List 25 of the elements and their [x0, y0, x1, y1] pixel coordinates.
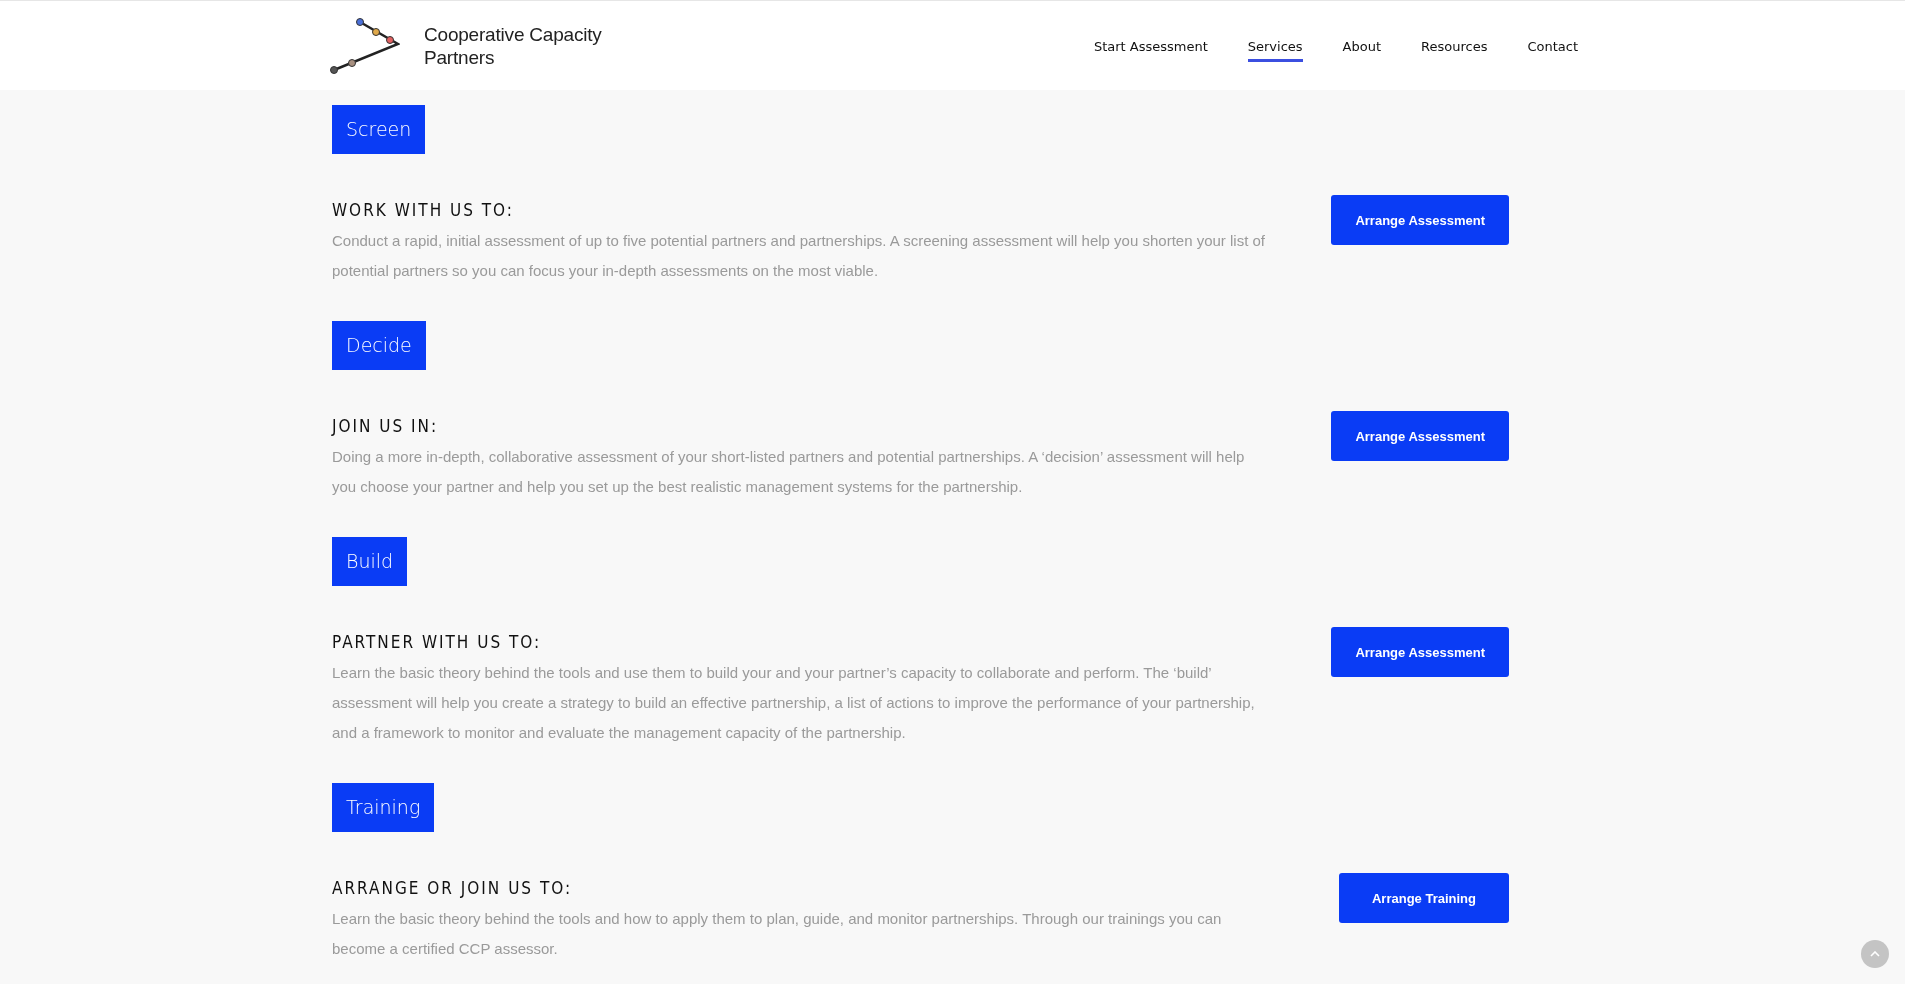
- service-tag: Build: [332, 537, 408, 586]
- nav-link[interactable]: Contact: [1527, 39, 1578, 62]
- chevron-up-icon: [1870, 951, 1880, 957]
- nav-link[interactable]: Start Assessment: [1093, 39, 1208, 62]
- service-description: Learn the basic theory behind the tools and how to apply them to plan, guide, and monitor partnerships. Through our trainings you can become a certified CCP assessor.: [332, 909, 1223, 959]
- service-description: Learn the basic theory behind the tools and use them to build your and your partner’s capacity to collaborate and perform. The ‘build’ assessment will help you create a strategy to build an effective partnership, a list of actions to improve the performance of your partnership, and a framework to monitor and evaluate the management capacity of the partnership.: [332, 663, 1256, 743]
- arrange-button[interactable]: Arrange Assessment: [1331, 195, 1509, 245]
- scroll-to-top-button[interactable]: [1861, 940, 1889, 968]
- section-heading: ARRANGE OR JOIN US TO:: [332, 877, 574, 900]
- logo-text[interactable]: Cooperative Capacity Partners: [424, 22, 644, 69]
- service-description: Doing a more in-depth, collaborative assessment of your short-listed partners and potential partnerships. A ‘decision’ assessment will help you choose your partner and help you set up the best realistic management systems for the partnership.: [332, 447, 1246, 497]
- nav-link[interactable]: Resources: [1421, 39, 1488, 62]
- logo-icon: [330, 17, 400, 74]
- section-heading: WORK WITH US TO:: [332, 199, 515, 222]
- arrange-button[interactable]: Arrange Assessment: [1331, 411, 1509, 461]
- arrange-button[interactable]: Arrange Training: [1339, 873, 1509, 923]
- section-heading: PARTNER WITH US TO:: [332, 631, 543, 654]
- section-heading: JOIN US IN:: [332, 415, 440, 438]
- service-tag: Screen: [332, 105, 426, 154]
- arrange-button[interactable]: Arrange Assessment: [1331, 627, 1509, 677]
- service-description: Conduct a rapid, initial assessment of up to five potential partners and partnerships. A screening assessment will help you shorten your list of potential partners so you can focus your in-depth assessments on the most viable.: [332, 231, 1266, 281]
- nav-link[interactable]: About: [1342, 39, 1382, 62]
- service-tag: Decide: [332, 321, 426, 370]
- nav-link[interactable]: Services: [1247, 39, 1303, 62]
- service-tag: Training: [332, 783, 435, 832]
